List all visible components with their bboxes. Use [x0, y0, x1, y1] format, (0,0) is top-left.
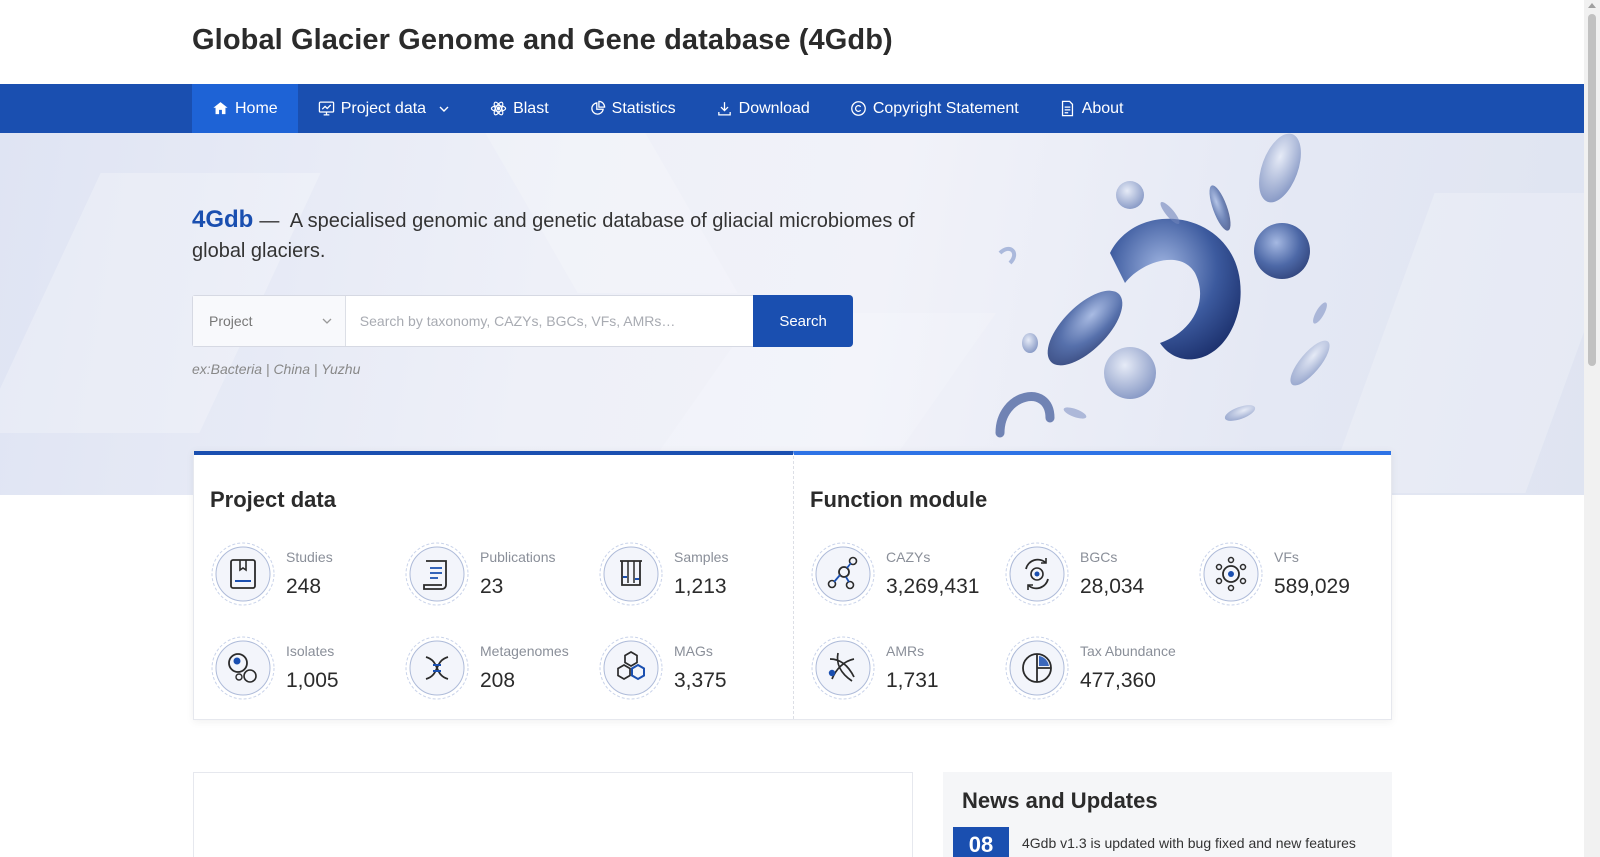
function-module-panel: Function module CAZYs 3,269,431 BGCs 28,…: [793, 451, 1391, 719]
pie-segments-icon: [1005, 636, 1069, 700]
nav-statistics-label: Statistics: [611, 99, 676, 117]
nav-project-data[interactable]: Project data: [298, 84, 470, 133]
dna-icon: [405, 636, 469, 700]
stat-vfs-label: VFs: [1274, 549, 1299, 565]
nav-download[interactable]: Download: [696, 84, 830, 133]
hero-tagline: 4Gdb — A specialised genomic and genetic …: [192, 205, 932, 266]
stat-studies-label: Studies: [286, 549, 333, 565]
stat-bgcs-label: BGCs: [1080, 549, 1118, 565]
nav-blast-label: Blast: [513, 99, 549, 117]
stat-amrs-value: 1,731: [886, 669, 939, 692]
news-item-link[interactable]: 4Gdb v1.3 is updated with bug fixed and …: [1022, 833, 1382, 857]
stat-tax-abundance-label: Tax Abundance: [1080, 643, 1176, 659]
site-title: Global Glacier Genome and Gene database …: [192, 24, 893, 56]
chevron-down-icon: [439, 106, 449, 112]
search-category-value: Project: [209, 313, 253, 329]
stat-amrs-label: AMRs: [886, 643, 925, 659]
nav-blast[interactable]: Blast: [470, 84, 569, 133]
copyright-icon: [850, 101, 866, 116]
project-data-title: Project data: [210, 487, 336, 512]
stat-vfs[interactable]: VFs 589,029: [1198, 541, 1388, 607]
stat-vfs-value: 589,029: [1274, 575, 1350, 598]
stat-isolates-label: Isolates: [286, 643, 335, 659]
stat-cazys-value: 3,269,431: [886, 575, 980, 598]
stat-mags-label: MAGs: [674, 643, 713, 659]
stat-studies-value: 248: [286, 575, 322, 598]
cells-icon: [211, 636, 275, 700]
stat-samples-value: 1,213: [674, 575, 727, 598]
stat-bgcs-value: 28,034: [1080, 575, 1145, 598]
stat-tax-abundance-value: 477,360: [1080, 669, 1156, 692]
news-title: News and Updates: [962, 788, 1158, 813]
nav-about-label: About: [1081, 99, 1124, 117]
nav-home-label: Home: [235, 99, 278, 117]
search-input[interactable]: [345, 296, 754, 346]
nav-about[interactable]: About: [1039, 84, 1144, 133]
document-icon: [1061, 100, 1073, 117]
search-button[interactable]: Search: [753, 295, 853, 347]
stat-publications-value: 23: [480, 575, 504, 598]
atom-icon: [490, 101, 507, 116]
nav-project-data-label: Project data: [340, 99, 427, 117]
stat-metagenomes[interactable]: Metagenomes 208: [404, 635, 594, 701]
book-icon: [211, 542, 275, 606]
search-hint: ex:Bacteria | China | Yuzhu: [192, 361, 361, 377]
test-tubes-icon: [599, 542, 663, 606]
stat-tax-abundance[interactable]: Tax Abundance 477,360: [1004, 635, 1194, 701]
scroll-up-icon[interactable]: [1588, 3, 1596, 8]
stat-isolates[interactable]: Isolates 1,005: [210, 635, 400, 701]
stat-cazys-label: CAZYs: [886, 549, 931, 565]
download-icon: [717, 102, 731, 116]
stat-mags[interactable]: MAGs 3,375: [598, 635, 788, 701]
search-box: Project Search: [192, 295, 853, 347]
nav-copyright-label: Copyright Statement: [872, 99, 1019, 117]
hero-banner: 4Gdb — A specialised genomic and genetic …: [0, 133, 1584, 495]
stat-bgcs[interactable]: BGCs 28,034: [1004, 541, 1194, 607]
stat-studies[interactable]: Studies 248: [210, 541, 400, 607]
hexagons-icon: [599, 636, 663, 700]
scrollbar-thumb[interactable]: [1588, 14, 1596, 366]
chevron-down-icon: [322, 318, 332, 324]
target-cycle-icon: [1005, 542, 1069, 606]
function-module-title: Function module: [810, 487, 988, 512]
project-data-panel: Project data Studies 248 Publications 23…: [194, 451, 793, 719]
pie-chart-icon: [590, 100, 605, 115]
nav-copyright[interactable]: Copyright Statement: [830, 84, 1039, 133]
header: Global Glacier Genome and Gene database …: [0, 0, 1584, 84]
news-date-badge: 08: [953, 827, 1009, 857]
stat-publications[interactable]: Publications 23: [404, 541, 594, 607]
hero-description: A specialised genomic and genetic databa…: [192, 210, 915, 262]
virus-icon: [1199, 542, 1263, 606]
home-icon: [213, 102, 228, 115]
microbes-illustration: [995, 133, 1330, 438]
hero-brand: 4Gdb: [192, 206, 254, 233]
stat-cazys[interactable]: CAZYs 3,269,431: [810, 541, 1000, 607]
nav-home[interactable]: Home: [192, 84, 298, 133]
news-panel: News and Updates 08 4Gdb v1.3 is updated…: [943, 772, 1392, 857]
stat-publications-label: Publications: [480, 549, 556, 565]
featured-panel: [193, 772, 913, 857]
page-scrollbar[interactable]: [1584, 0, 1600, 857]
hero-dash: —: [259, 210, 280, 232]
bacteria-icon: [811, 636, 875, 700]
stat-amrs[interactable]: AMRs 1,731: [810, 635, 1000, 701]
stat-samples[interactable]: Samples 1,213: [598, 541, 788, 607]
nav-download-label: Download: [738, 99, 810, 117]
stat-isolates-value: 1,005: [286, 669, 339, 692]
stat-metagenomes-value: 208: [480, 669, 516, 692]
scroll-icon: [405, 542, 469, 606]
molecule-icon: [811, 542, 875, 606]
stat-metagenomes-label: Metagenomes: [480, 643, 569, 659]
search-category-select[interactable]: Project: [193, 296, 346, 346]
stat-mags-value: 3,375: [674, 669, 727, 692]
nav-statistics[interactable]: Statistics: [569, 84, 696, 133]
stats-card: Project data Studies 248 Publications 23…: [193, 450, 1392, 720]
main-nav: Home Project data Blast Statistics Downl…: [0, 84, 1584, 133]
stat-samples-label: Samples: [674, 549, 729, 565]
chart-monitor-icon: [318, 101, 334, 116]
